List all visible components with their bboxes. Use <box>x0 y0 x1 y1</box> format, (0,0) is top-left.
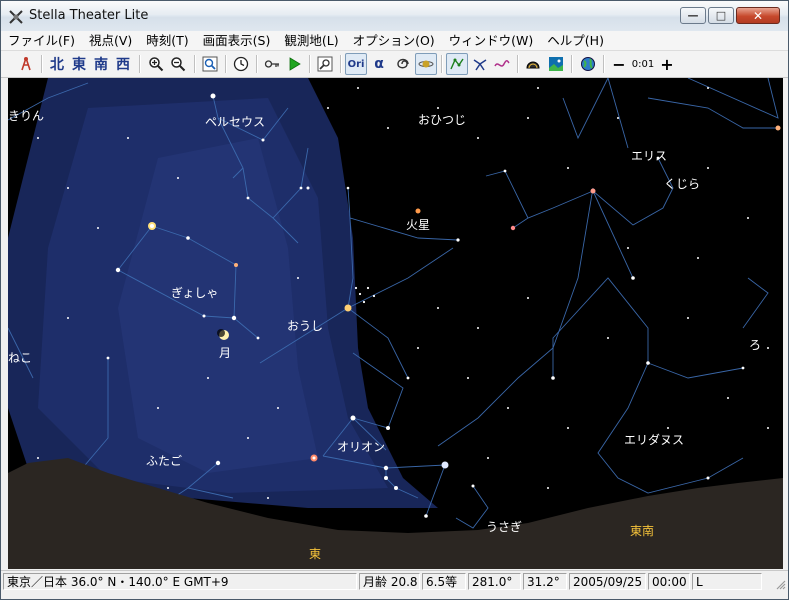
sky-image-icon <box>549 57 563 71</box>
planet-icon <box>418 60 434 68</box>
time-step-value: 0:01 <box>631 58 655 70</box>
label-usagi[interactable]: うさぎ <box>486 518 522 535</box>
globe-icon <box>581 57 595 71</box>
label-eris[interactable]: エリス <box>631 147 667 164</box>
menu-bar: ファイル(F) 視点(V) 時刻(T) 画面表示(S) 観測地(L) オプション… <box>1 31 788 51</box>
clock-button[interactable] <box>230 53 252 75</box>
sky-view[interactable]: きりん ペルセウス おひつじ エリス くじら 火星 ぎょしゃ おうし 月 ねこ … <box>8 78 783 569</box>
ecliptic-toggle[interactable] <box>491 53 513 75</box>
search-object-button[interactable] <box>199 53 221 75</box>
menu-display[interactable]: 画面表示(S) <box>196 31 278 50</box>
horizon-east-label: 東 <box>309 547 322 561</box>
close-button[interactable]: ✕ <box>736 7 780 24</box>
label-futago[interactable]: ふたご <box>146 452 182 469</box>
search-object-icon <box>202 56 218 72</box>
magnifier-icon <box>317 56 333 72</box>
maximize-icon: □ <box>715 9 727 22</box>
menu-window[interactable]: ウィンドウ(W) <box>442 31 541 50</box>
view-south-button[interactable]: 南 <box>90 53 112 75</box>
status-location: 東京／日本 36.0° N・140.0° E GMT+9 <box>3 573 357 590</box>
time-step-button[interactable] <box>261 53 283 75</box>
label-moon[interactable]: 月 <box>219 344 231 361</box>
status-azimuth: 281.0° <box>468 573 521 590</box>
dome-icon <box>526 61 540 69</box>
menu-file[interactable]: ファイル(F) <box>1 31 82 50</box>
view-west-button[interactable]: 西 <box>112 53 134 75</box>
minimize-button[interactable]: — <box>680 7 706 24</box>
label-orion[interactable]: オリオン <box>337 438 385 455</box>
horizon-southeast-label: 東南 <box>630 524 655 538</box>
clock-icon <box>233 56 249 72</box>
globe-button[interactable] <box>577 53 599 75</box>
toolbar: 北 東 南 西 Ori α − 0:01 + <box>1 51 788 78</box>
star-name-toggle[interactable]: α <box>368 53 390 75</box>
galaxy-icon <box>397 58 409 69</box>
title-bar: Stella Theater Lite — □ ✕ <box>1 1 788 32</box>
status-bar: 東京／日本 36.0° N・140.0° E GMT+9 月齢 20.8 6.5… <box>1 570 788 592</box>
label-perseus[interactable]: ペルセウス <box>205 113 265 130</box>
label-ro[interactable]: ろ <box>749 336 761 353</box>
status-mode: L <box>692 573 762 590</box>
menu-view[interactable]: 視点(V) <box>82 31 139 50</box>
view-east-button[interactable]: 東 <box>68 53 90 75</box>
galaxy-toggle[interactable] <box>391 53 413 75</box>
status-time: 00:00 <box>648 573 690 590</box>
window-controls: — □ ✕ <box>678 7 780 26</box>
zoom-out-icon <box>171 57 186 72</box>
minimize-icon: — <box>687 9 699 22</box>
zoom-out-button[interactable] <box>167 53 189 75</box>
label-ohitsuji[interactable]: おひつじ <box>418 111 466 128</box>
label-oushi[interactable]: おうし <box>287 317 323 334</box>
menu-options[interactable]: オプション(O) <box>346 31 442 50</box>
time-decrease-button[interactable]: − <box>608 53 630 75</box>
sky-image-toggle[interactable] <box>545 53 567 75</box>
play-icon <box>289 57 301 71</box>
resize-grip-icon[interactable] <box>774 578 786 590</box>
window-title: Stella Theater Lite <box>29 8 149 23</box>
menu-time[interactable]: 時刻(T) <box>139 31 195 50</box>
ecliptic-icon <box>494 60 510 67</box>
menu-location[interactable]: 観測地(L) <box>277 31 345 50</box>
key-icon <box>264 60 279 68</box>
app-icon <box>9 10 23 24</box>
label-mars[interactable]: 火星 <box>406 216 430 233</box>
telescope-icon <box>21 57 31 71</box>
status-moon-age: 月齢 20.8 <box>359 573 420 590</box>
label-eridanus[interactable]: エリダヌス <box>624 431 684 448</box>
constellation-figure-toggle[interactable] <box>469 53 491 75</box>
main-window: Stella Theater Lite — □ ✕ ファイル(F) 視点(V) … <box>0 0 789 600</box>
status-magnitude: 6.5等 <box>422 573 466 590</box>
label-neko[interactable]: ねこ <box>8 349 32 366</box>
maximize-button[interactable]: □ <box>708 7 734 24</box>
label-kujira[interactable]: くじら <box>664 175 700 192</box>
constellation-lines-icon <box>450 58 464 70</box>
constellation-abbrev-toggle[interactable]: Ori <box>345 53 367 75</box>
menu-help[interactable]: ヘルプ(H) <box>540 31 611 50</box>
view-north-button[interactable]: 北 <box>46 53 68 75</box>
zoom-in-button[interactable] <box>145 53 167 75</box>
telescope-button[interactable] <box>15 53 37 75</box>
planet-toggle[interactable] <box>415 53 437 75</box>
close-icon: ✕ <box>752 8 764 23</box>
constellation-lines-toggle[interactable] <box>446 53 468 75</box>
status-date: 2005/09/25 <box>569 573 646 590</box>
label-gyosha[interactable]: ぎょしゃ <box>171 284 218 301</box>
label-kirin[interactable]: きりん <box>8 107 44 124</box>
find-button[interactable] <box>314 53 336 75</box>
constellation-figure-icon <box>473 59 487 71</box>
horizon-toggle[interactable] <box>522 53 544 75</box>
play-button[interactable] <box>283 53 305 75</box>
status-altitude: 31.2° <box>523 573 567 590</box>
zoom-in-icon <box>149 57 164 72</box>
time-increase-button[interactable]: + <box>656 53 678 75</box>
